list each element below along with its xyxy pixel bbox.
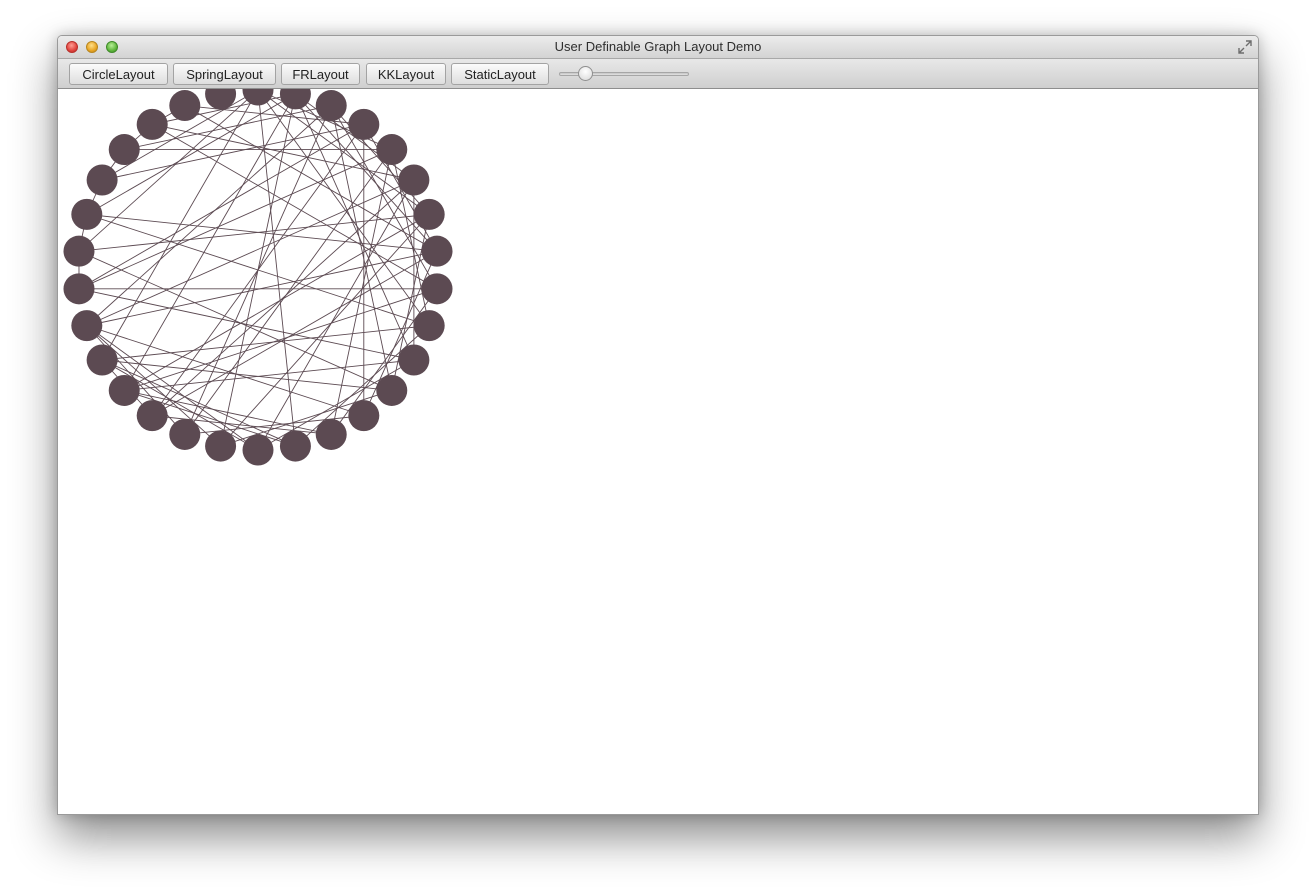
graph-edge-5-21: [86, 179, 415, 327]
graph-edge-4-22: [78, 149, 392, 290]
graph-edge-6-23: [78, 213, 430, 252]
graph-edge-2-6: [330, 105, 430, 215]
graph-node-15[interactable]: [242, 434, 274, 466]
graph-node-2[interactable]: [315, 90, 347, 122]
graph-node-4[interactable]: [376, 134, 408, 166]
graph-node-23[interactable]: [63, 235, 95, 267]
graph-edge-4-17: [184, 149, 393, 435]
graph-node-18[interactable]: [136, 400, 168, 432]
fullscreen-icon[interactable]: [1238, 40, 1252, 54]
toolbar: CircleLayout SpringLayout FRLayout KKLay…: [58, 59, 1258, 89]
graph-edge-7-24: [86, 213, 438, 252]
fr-layout-button[interactable]: FRLayout: [281, 63, 360, 85]
circle-layout-button[interactable]: CircleLayout: [69, 63, 168, 85]
graph-node-5[interactable]: [398, 164, 430, 196]
graph-node-21[interactable]: [71, 310, 103, 342]
graph-node-8[interactable]: [421, 273, 453, 305]
static-layout-button[interactable]: StaticLayout: [451, 63, 549, 85]
graph-node-19[interactable]: [108, 374, 140, 406]
kk-layout-button[interactable]: KKLayout: [366, 63, 446, 85]
graph-edge-10-19: [124, 359, 414, 391]
graph-edge-11-20: [102, 359, 392, 391]
app-window: User Definable Graph Layout Demo CircleL…: [57, 35, 1259, 815]
graph-node-28[interactable]: [169, 90, 201, 122]
graph-node-24[interactable]: [71, 198, 103, 230]
graph-node-6[interactable]: [413, 198, 445, 230]
graph-node-7[interactable]: [421, 235, 453, 267]
graph-node-0[interactable]: [242, 89, 274, 106]
graph-node-26[interactable]: [108, 134, 140, 166]
graph-node-20[interactable]: [86, 344, 118, 376]
graph-node-16[interactable]: [205, 430, 237, 462]
graph-edge-0-9: [257, 89, 430, 326]
graph-canvas[interactable]: [58, 89, 1258, 814]
graph-node-3[interactable]: [348, 108, 380, 140]
graph-node-11[interactable]: [376, 374, 408, 406]
zoom-slider-thumb[interactable]: [578, 66, 593, 81]
graph-node-12[interactable]: [348, 400, 380, 432]
graph-edge-9-24: [86, 213, 430, 327]
graph-node-13[interactable]: [315, 418, 347, 450]
title-bar[interactable]: User Definable Graph Layout Demo: [58, 36, 1258, 59]
graph-node-27[interactable]: [136, 108, 168, 140]
graph-node-25[interactable]: [86, 164, 118, 196]
graph-node-9[interactable]: [413, 310, 445, 342]
graph-node-29[interactable]: [205, 89, 237, 110]
spring-layout-button[interactable]: SpringLayout: [173, 63, 276, 85]
graph-edge-9-20: [102, 325, 430, 361]
graph-node-22[interactable]: [63, 273, 95, 305]
graph-node-17[interactable]: [169, 418, 201, 450]
window-title: User Definable Graph Layout Demo: [554, 39, 762, 54]
graph-view[interactable]: [58, 89, 1258, 814]
graph-node-14[interactable]: [279, 430, 311, 462]
graph-node-10[interactable]: [398, 344, 430, 376]
